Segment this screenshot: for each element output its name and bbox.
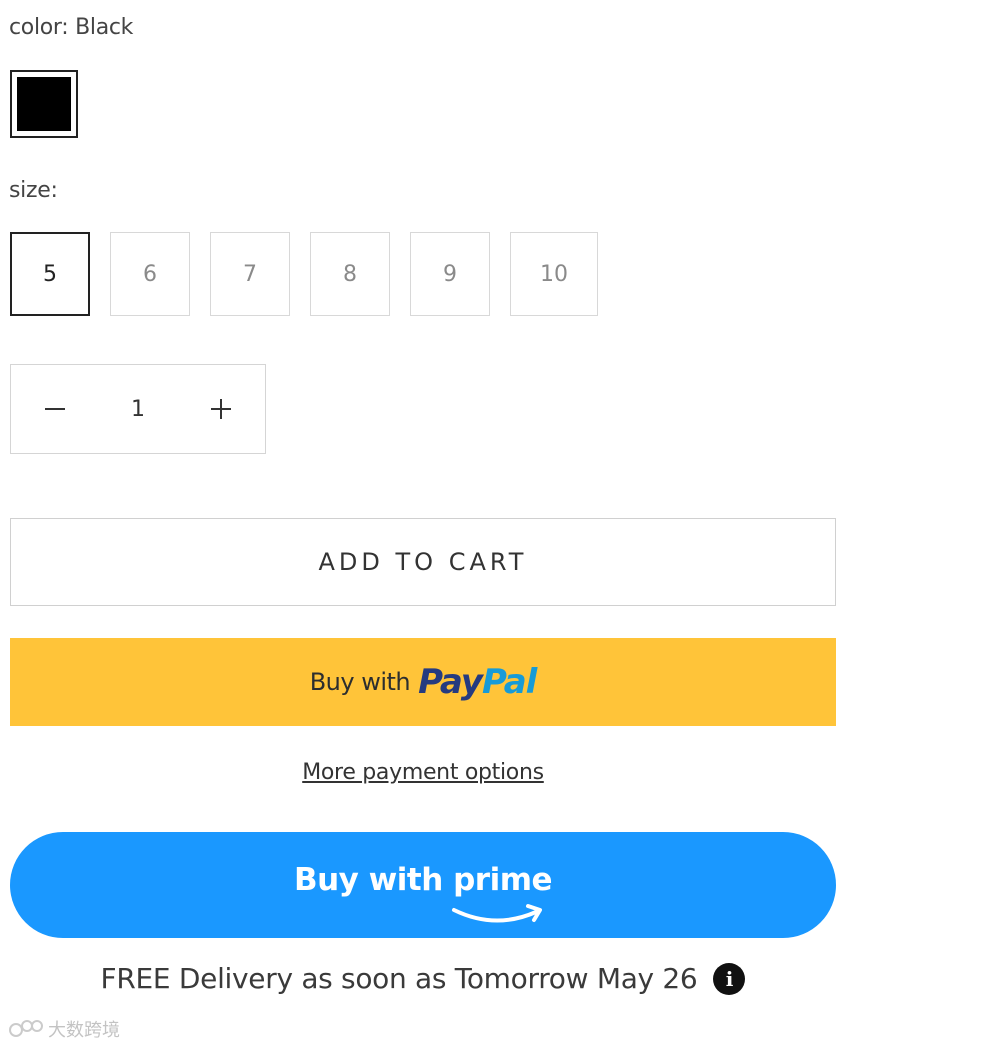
- more-payment-options-link[interactable]: More payment options: [0, 760, 846, 785]
- watermark: 大数跨境: [8, 1016, 120, 1042]
- size-option-5[interactable]: 5: [10, 232, 90, 316]
- add-to-cart-button[interactable]: ADD TO CART: [10, 518, 836, 606]
- prime-button-label: Buy with prime: [293, 862, 553, 898]
- size-option-10[interactable]: 10: [510, 232, 598, 316]
- paypal-logo: PayPal: [418, 662, 537, 702]
- buy-with-prime-button[interactable]: Buy with prime: [10, 832, 836, 938]
- paypal-logo-pal: Pal: [481, 662, 537, 702]
- swatch-fill: [17, 77, 71, 131]
- delivery-info: FREE Delivery as soon as Tomorrow May 26…: [0, 962, 846, 995]
- amazon-smile-icon: [452, 904, 542, 923]
- size-option-7[interactable]: 7: [210, 232, 290, 316]
- quantity-decrease-button[interactable]: [15, 365, 95, 453]
- size-label: size:: [9, 178, 58, 203]
- delivery-text: FREE Delivery as soon as Tomorrow May 26: [100, 962, 698, 995]
- size-option-6[interactable]: 6: [110, 232, 190, 316]
- color-label: color: Black: [9, 15, 134, 40]
- watermark-logo-icon: [9, 1020, 43, 1037]
- paypal-logo-pay: Pay: [418, 662, 483, 702]
- info-icon[interactable]: i: [713, 962, 746, 995]
- color-swatch-black[interactable]: [10, 70, 78, 138]
- paypal-buy-label: Buy with: [309, 668, 411, 696]
- minus-icon: [45, 408, 65, 410]
- paypal-button[interactable]: Buy with PayPal: [10, 638, 836, 726]
- size-option-9[interactable]: 9: [410, 232, 490, 316]
- watermark-text: 大数跨境: [48, 1020, 120, 1041]
- quantity-value[interactable]: 1: [91, 365, 185, 453]
- size-option-8[interactable]: 8: [310, 232, 390, 316]
- quantity-increase-button[interactable]: [181, 365, 261, 453]
- plus-icon: [211, 399, 231, 419]
- quantity-stepper: 1: [10, 364, 266, 454]
